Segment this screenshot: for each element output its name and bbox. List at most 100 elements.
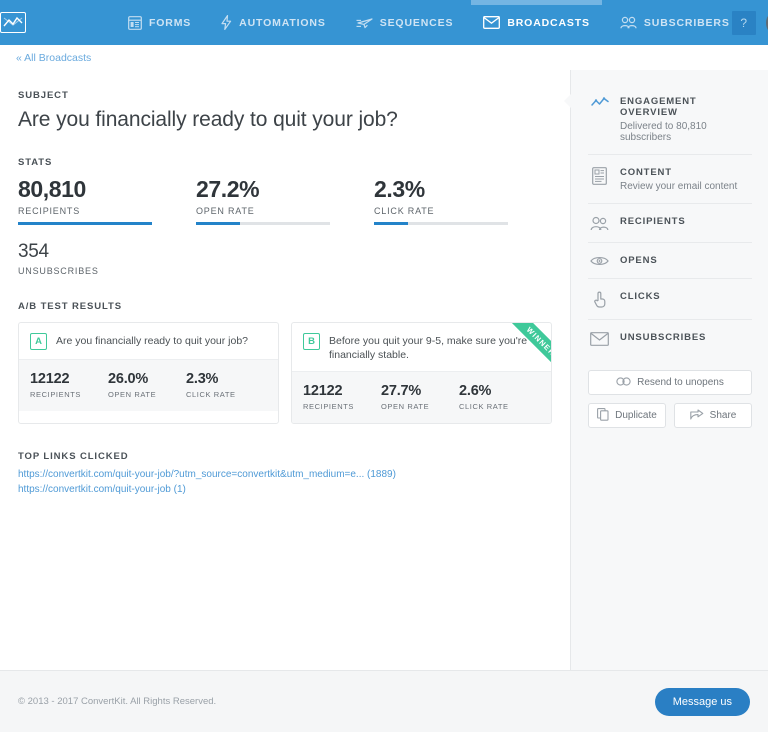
envelope-icon (483, 16, 500, 29)
top-link-item[interactable]: https://convertkit.com/quit-your-job (1) (18, 484, 552, 495)
sidebar-button-row: Duplicate Share (588, 403, 752, 428)
nav-label-sequences: SEQUENCES (380, 17, 454, 29)
pointer-hand-icon (590, 290, 609, 308)
ab-stat-name: OPEN RATE (108, 390, 186, 399)
lightning-bolt-icon (221, 15, 232, 30)
sidebar-item-title: UNSUBSCRIBES (620, 332, 706, 343)
main-content-panel: SUBJECT Are you financially ready to qui… (0, 70, 571, 670)
ab-card-stats: 12122 RECIPIENTS 26.0% OPEN RATE 2.3% CL… (19, 359, 278, 411)
ab-stat-value: 2.6% (459, 383, 537, 399)
sidebar-item-text: CONTENT Review your email content (620, 166, 737, 192)
sidebar-item-text: OPENS (620, 254, 658, 266)
share-label: Share (710, 410, 737, 421)
sidebar-item-title: ENGAGEMENT OVERVIEW (620, 96, 750, 118)
line-chart-icon (590, 95, 609, 109)
message-us-button[interactable]: Message us (655, 688, 750, 716)
ab-stat-click-rate: 2.6% CLICK RATE (459, 383, 537, 411)
stat-click-rate: 2.3% CLICK RATE (374, 176, 552, 225)
footer: © 2013 - 2017 ConvertKit. All Rights Res… (0, 670, 768, 732)
nav-item-broadcasts[interactable]: BROADCASTS (481, 0, 592, 45)
resend-label: Resend to unopens (637, 377, 724, 388)
sidebar-item-text: RECIPIENTS (620, 215, 686, 227)
engagement-sidebar: ENGAGEMENT OVERVIEW Delivered to 80,810 … (571, 70, 768, 670)
breadcrumb-bar: « All Broadcasts (0, 45, 768, 70)
duplicate-button[interactable]: Duplicate (588, 403, 666, 428)
ab-stat-recipients: 12122 RECIPIENTS (30, 371, 108, 399)
top-links-label: TOP LINKS CLICKED (18, 451, 552, 462)
ab-card-header: A Are you financially ready to quit your… (19, 323, 278, 359)
sidebar-item-engagement-overview[interactable]: ENGAGEMENT OVERVIEW Delivered to 80,810 … (588, 84, 752, 155)
stat-bar-track (196, 222, 330, 225)
nav-label-automations: AUTOMATIONS (239, 17, 326, 29)
duplicate-label: Duplicate (615, 410, 657, 421)
ab-stat-name: CLICK RATE (186, 390, 264, 399)
stat-name: UNSUBSCRIBES (18, 266, 552, 276)
sidebar-item-recipients[interactable]: RECIPIENTS (588, 204, 752, 243)
page-title: Are you financially ready to quit your j… (18, 108, 552, 132)
stat-recipients: 80,810 RECIPIENTS (18, 176, 196, 225)
nav-item-automations[interactable]: AUTOMATIONS (219, 0, 328, 45)
sidebar-item-clicks[interactable]: CLICKS (588, 279, 752, 320)
stat-bar-track (374, 222, 508, 225)
eye-icon (590, 254, 609, 267)
stat-bar-fill (374, 222, 408, 225)
share-button[interactable]: Share (674, 403, 752, 428)
sidebar-item-subtitle: Delivered to 80,810 subscribers (620, 121, 750, 143)
stat-open-rate: 27.2% OPEN RATE (196, 176, 374, 225)
stat-name: CLICK RATE (374, 206, 552, 216)
app-window: FORMS AUTOMATIONS (0, 0, 768, 732)
nav-label-forms: FORMS (149, 17, 191, 29)
nav-right-group: ? (732, 9, 768, 37)
nav-item-forms[interactable]: FORMS (126, 0, 193, 45)
envelope-chart-logo-icon (0, 12, 26, 33)
ab-stat-value: 2.3% (186, 371, 264, 387)
body-area: SUBJECT Are you financially ready to qui… (0, 70, 768, 670)
top-navigation-bar: FORMS AUTOMATIONS (0, 0, 768, 45)
stat-bar-fill (196, 222, 240, 225)
resend-to-unopens-button[interactable]: Resend to unopens (588, 370, 752, 395)
ab-stat-value: 12122 (30, 371, 108, 387)
stat-unsubscribes: 354 UNSUBSCRIBES (18, 241, 552, 276)
ab-test-card-b[interactable]: B Before you quit your 9-5, make sure yo… (291, 322, 552, 424)
refresh-icon (616, 377, 631, 389)
sidebar-pointer-arrow (564, 94, 571, 108)
nav-item-sequences[interactable]: SEQUENCES (354, 0, 456, 45)
sidebar-item-text: ENGAGEMENT OVERVIEW Delivered to 80,810 … (620, 95, 750, 143)
breadcrumb-all-broadcasts[interactable]: « All Broadcasts (16, 52, 91, 64)
sidebar-item-text: CLICKS (620, 290, 660, 302)
sidebar-item-title: RECIPIENTS (620, 216, 686, 227)
sidebar-item-opens[interactable]: OPENS (588, 243, 752, 279)
subject-label: SUBJECT (18, 90, 552, 101)
people-icon (620, 16, 637, 29)
stat-value: 354 (18, 241, 552, 263)
stat-value: 2.3% (374, 176, 552, 203)
ab-stat-open-rate: 26.0% OPEN RATE (108, 371, 186, 399)
ab-variant-badge: A (30, 333, 47, 350)
ab-card-stats: 12122 RECIPIENTS 27.7% OPEN RATE 2.6% CL… (292, 371, 551, 423)
logo[interactable] (0, 12, 26, 33)
ab-stat-name: RECIPIENTS (303, 402, 381, 411)
ab-stat-name: RECIPIENTS (30, 390, 108, 399)
help-button[interactable]: ? (732, 11, 756, 35)
nav-item-subscribers[interactable]: SUBSCRIBERS (618, 0, 732, 45)
ab-stat-value: 12122 (303, 383, 381, 399)
share-icon (690, 408, 704, 423)
stat-value: 80,810 (18, 176, 196, 203)
nav-label-broadcasts: BROADCASTS (507, 17, 590, 29)
ab-card-header: B Before you quit your 9-5, make sure yo… (292, 323, 551, 371)
nav-label-subscribers: SUBSCRIBERS (644, 17, 730, 29)
ab-test-card-a[interactable]: A Are you financially ready to quit your… (18, 322, 279, 424)
ab-stat-click-rate: 2.3% CLICK RATE (186, 371, 264, 399)
sidebar-item-content[interactable]: CONTENT Review your email content (588, 155, 752, 204)
sidebar-item-unsubscribes[interactable]: UNSUBSCRIBES (588, 320, 752, 357)
ab-stat-name: OPEN RATE (381, 402, 459, 411)
stat-name: OPEN RATE (196, 206, 374, 216)
ab-variant-subject: Are you financially ready to quit your j… (56, 333, 258, 348)
stat-bar-fill (18, 222, 152, 225)
sidebar-item-title: CLICKS (620, 291, 660, 302)
ab-variant-badge: B (303, 333, 320, 350)
sidebar-item-title: CONTENT (620, 167, 737, 178)
ab-stat-open-rate: 27.7% OPEN RATE (381, 383, 459, 411)
sidebar-item-text: UNSUBSCRIBES (620, 331, 706, 343)
top-link-item[interactable]: https://convertkit.com/quit-your-job/?ut… (18, 469, 552, 480)
